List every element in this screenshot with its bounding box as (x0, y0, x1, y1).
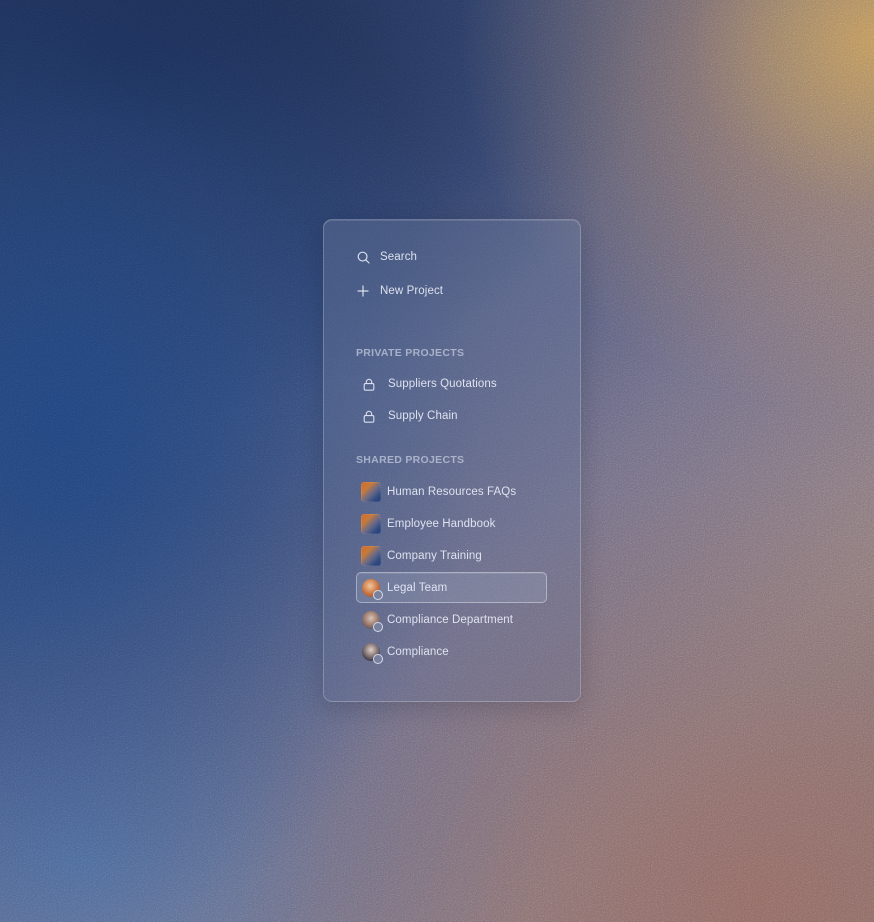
lock-icon (362, 409, 376, 423)
sidebar-item-label: Compliance Department (387, 614, 514, 626)
search-button[interactable]: Search (356, 247, 417, 267)
search-label: Search (380, 251, 418, 263)
project-sidebar-panel: Search New Project PRIVATE PROJECTS Supp… (323, 219, 581, 702)
user-avatar (362, 579, 383, 600)
sidebar-item-human-resources-faqs[interactable]: Human Resources FAQs (361, 481, 517, 503)
user-avatar (362, 643, 383, 664)
sidebar-item-compliance-department[interactable]: Compliance Department (362, 609, 514, 632)
sidebar-item-label: Compliance (387, 646, 449, 658)
sidebar-item-label: Suppliers Quotations (388, 378, 497, 390)
sidebar-item-legal-team[interactable]: Legal Team (362, 577, 448, 600)
sidebar-item-label: Human Resources FAQs (387, 486, 517, 498)
sidebar-item-employee-handbook[interactable]: Employee Handbook (361, 513, 496, 535)
project-thumbnail (361, 514, 381, 534)
user-avatar (362, 611, 383, 632)
new-project-button[interactable]: New Project (356, 281, 443, 301)
sidebar-item-label: Legal Team (387, 582, 448, 594)
sidebar-item-suppliers-quotations[interactable]: Suppliers Quotations (362, 373, 497, 395)
private-projects-heading: PRIVATE PROJECTS (356, 347, 465, 359)
shared-badge-icon (373, 622, 383, 632)
shared-badge-icon (373, 590, 383, 600)
new-project-label: New Project (380, 285, 444, 297)
project-thumbnail (361, 546, 381, 566)
sidebar-item-label: Employee Handbook (387, 518, 496, 530)
sidebar-item-supply-chain[interactable]: Supply Chain (362, 405, 458, 427)
shared-projects-heading: SHARED PROJECTS (356, 454, 465, 466)
sidebar-item-label: Supply Chain (388, 410, 458, 422)
shared-badge-icon (373, 654, 383, 664)
project-thumbnail (361, 482, 381, 502)
search-icon (356, 250, 370, 264)
sidebar-item-label: Company Training (387, 550, 482, 562)
plus-icon (356, 284, 370, 298)
sidebar-item-company-training[interactable]: Company Training (361, 545, 482, 567)
lock-icon (362, 377, 376, 391)
sidebar-item-compliance[interactable]: Compliance (362, 641, 449, 664)
